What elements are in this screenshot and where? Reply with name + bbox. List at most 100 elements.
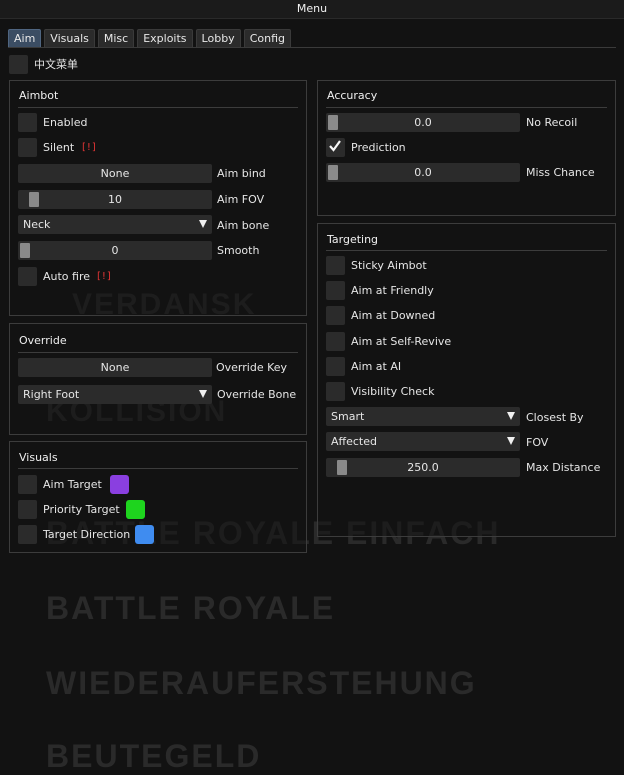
closest-by-value: Smart [331,410,365,423]
aim-fov-slider-handle[interactable] [29,192,39,207]
aim-at-ai-label: Aim at AI [351,360,402,373]
accuracy-panel: Accuracy 0.0 No Recoil Prediction 0.0 Mi… [317,80,616,216]
aim-at-self-revive-label: Aim at Self-Revive [351,335,452,348]
chinese-menu-label: 中文菜单 [34,58,78,71]
tab-aim[interactable]: Aim [8,29,42,48]
tab-exploits[interactable]: Exploits [137,29,193,48]
background-text-battle-royale: BATTLE ROYALE [46,590,336,626]
smooth-slider-handle[interactable] [20,243,30,258]
aim-at-friendly-label: Aim at Friendly [351,284,434,297]
aim-bind-button[interactable]: None [18,164,212,183]
visuals-separator [18,468,298,469]
max-distance-value: 250.0 [407,461,439,474]
tab-visuals[interactable]: Visuals [44,29,95,48]
aim-at-downed-checkbox[interactable] [326,306,345,325]
target-direction-color-swatch[interactable] [135,525,154,544]
aimbot-panel: Aimbot Enabled Silent [!] None Aim bind … [9,80,307,316]
aim-bind-label: Aim bind [217,167,266,180]
closest-by-dropdown[interactable]: Smart [326,407,520,426]
prediction-label: Prediction [351,141,406,154]
aim-at-friendly-checkbox[interactable] [326,281,345,300]
priority-target-checkbox[interactable] [18,500,37,519]
chevron-down-icon [199,220,207,228]
max-distance-slider-handle[interactable] [337,460,347,475]
target-direction-checkbox[interactable] [18,525,37,544]
tab-bar: Aim Visuals Misc Exploits Lobby Config [8,29,291,48]
aimbot-title: Aimbot [19,89,59,102]
targeting-separator [326,250,607,251]
aim-bone-value: Neck [23,218,51,231]
tab-underline [8,47,616,48]
checkmark-icon [329,140,341,152]
auto-fire-label: Auto fire [43,270,91,283]
smooth-value: 0 [111,244,119,257]
chevron-down-icon [507,412,515,420]
visuals-panel: Visuals Aim Target Priority Target Targe… [9,441,307,553]
aim-fov-label: Aim FOV [217,193,265,206]
override-title: Override [19,334,67,347]
tab-config[interactable]: Config [243,29,291,48]
aim-at-downed-label: Aim at Downed [351,309,436,322]
aim-target-checkbox[interactable] [18,475,37,494]
closest-by-label: Closest By [526,411,584,424]
override-bone-label: Override Bone [217,388,297,401]
aim-bone-dropdown[interactable]: Neck [18,215,212,234]
miss-chance-slider[interactable]: 0.0 [326,163,520,182]
auto-fire-warning-badge: [!] [97,271,112,282]
miss-chance-value: 0.0 [414,166,432,179]
prediction-checkbox[interactable] [326,138,345,157]
priority-target-label: Priority Target [43,503,120,516]
miss-chance-slider-handle[interactable] [328,165,338,180]
miss-chance-label: Miss Chance [526,166,595,179]
visibility-check-checkbox[interactable] [326,382,345,401]
tab-misc[interactable]: Misc [97,29,135,48]
chevron-down-icon [199,390,207,398]
visibility-check-label: Visibility Check [351,385,435,398]
aim-bone-label: Aim bone [217,219,270,232]
aim-at-ai-checkbox[interactable] [326,357,345,376]
chevron-down-icon [507,437,515,445]
sticky-aimbot-label: Sticky Aimbot [351,259,427,272]
aim-at-self-revive-checkbox[interactable] [326,332,345,351]
aimbot-enabled-checkbox[interactable] [18,113,37,132]
fov-mode-label: FOV [526,436,549,449]
target-direction-label: Target Direction [43,528,131,541]
no-recoil-value: 0.0 [414,116,432,129]
no-recoil-slider-handle[interactable] [328,115,338,130]
tab-lobby[interactable]: Lobby [195,29,241,48]
aim-fov-slider[interactable]: 10 [18,190,212,209]
targeting-title: Targeting [327,233,379,246]
sticky-aimbot-checkbox[interactable] [326,256,345,275]
smooth-label: Smooth [217,244,260,257]
override-key-button[interactable]: None [18,358,212,377]
override-key-label: Override Key [216,361,288,374]
accuracy-separator [326,107,607,108]
no-recoil-slider[interactable]: 0.0 [326,113,520,132]
priority-target-color-swatch[interactable] [126,500,145,519]
max-distance-label: Max Distance [526,461,601,474]
auto-fire-checkbox[interactable] [18,267,37,286]
fov-mode-dropdown[interactable]: Affected [326,432,520,451]
aimbot-silent-checkbox[interactable] [18,138,37,157]
background-text-wiederauferstehung: WIEDERAUFERSTEHUNG [46,665,477,701]
aimbot-silent-label: Silent [43,141,75,154]
background-text-beutegeld: BEUTEGELD [46,738,262,774]
fov-mode-value: Affected [331,435,377,448]
aim-target-color-swatch[interactable] [110,475,129,494]
aim-fov-value: 10 [108,193,122,206]
aim-target-label: Aim Target [43,478,102,491]
override-panel: Override None Override Key Right Foot Ov… [9,323,307,435]
targeting-panel: Targeting Sticky Aimbot Aim at Friendly … [317,223,616,537]
aimbot-enabled-label: Enabled [43,116,88,129]
aimbot-separator [18,107,298,108]
override-bone-dropdown[interactable]: Right Foot [18,385,212,404]
smooth-slider[interactable]: 0 [18,241,212,260]
chinese-menu-checkbox[interactable] [9,55,28,74]
no-recoil-label: No Recoil [526,116,578,129]
silent-warning-badge: [!] [82,142,97,153]
accuracy-title: Accuracy [327,89,378,102]
override-bone-value: Right Foot [23,388,80,401]
max-distance-slider[interactable]: 250.0 [326,458,520,477]
window-title: Menu [0,0,624,19]
override-separator [18,352,298,353]
